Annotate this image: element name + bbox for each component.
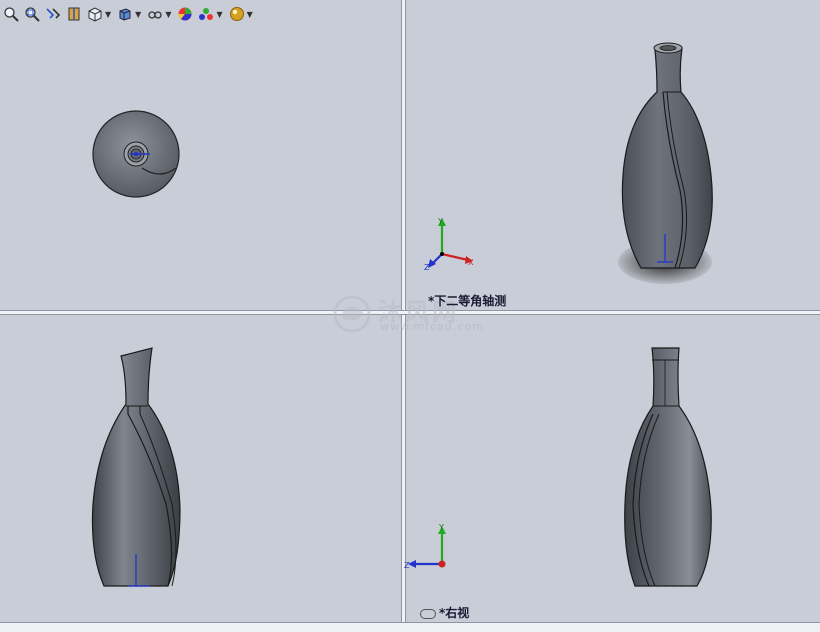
triad-right-z-label: Z bbox=[404, 561, 410, 570]
view-settings-dropdown-icon[interactable]: ▼ bbox=[247, 10, 253, 19]
zoom-to-fit-icon bbox=[4, 7, 19, 22]
hide-show-items-icon bbox=[148, 11, 162, 19]
watermark-logo-icon bbox=[333, 295, 371, 333]
hide-show-items-button[interactable] bbox=[146, 5, 164, 23]
display-style-dropdown-icon[interactable]: ▼ bbox=[135, 10, 141, 19]
display-style-icon bbox=[119, 8, 131, 21]
heads-up-view-toolbar: ▼ ▼ ▼ ▼ ▼ bbox=[0, 0, 255, 28]
display-style-button[interactable] bbox=[116, 5, 134, 23]
apply-scene-dropdown-icon[interactable]: ▼ bbox=[216, 10, 222, 19]
vase-right-view bbox=[624, 347, 712, 587]
reference-triad-isometric: Y X Z bbox=[424, 217, 474, 272]
previous-view-button[interactable] bbox=[44, 5, 62, 23]
view-orientation-button[interactable] bbox=[86, 5, 104, 23]
viewport-bottom-right[interactable] bbox=[405, 314, 820, 622]
viewport-bottom-left[interactable] bbox=[0, 314, 401, 622]
section-view-icon bbox=[68, 7, 80, 21]
reference-triad-right: Y Z bbox=[404, 523, 446, 570]
viewport-bottom-right-label-wrap: *右视 bbox=[420, 604, 469, 621]
triad-z-label: Z bbox=[424, 263, 430, 272]
zoom-to-area-icon bbox=[25, 7, 40, 22]
view-settings-icon bbox=[229, 7, 244, 21]
link-views-icon[interactable] bbox=[420, 608, 436, 619]
viewport-top-left[interactable] bbox=[0, 28, 401, 310]
triad-right-y-label: Y bbox=[438, 523, 444, 532]
section-view-button[interactable] bbox=[65, 5, 83, 23]
apply-scene-icon bbox=[199, 8, 214, 20]
edit-appearance-button[interactable] bbox=[176, 5, 194, 23]
view-orientation-icon bbox=[88, 7, 102, 22]
triad-x-label: X bbox=[468, 258, 474, 267]
vase-front-view bbox=[91, 347, 181, 587]
viewport-bottom-right-label: *右视 bbox=[439, 606, 470, 620]
vase-top-view bbox=[92, 110, 180, 198]
zoom-to-fit-button[interactable] bbox=[2, 5, 20, 23]
view-settings-button[interactable] bbox=[228, 5, 246, 23]
view-orientation-dropdown-icon[interactable]: ▼ bbox=[105, 10, 111, 19]
viewport-top-right-label: *下二等角轴测 bbox=[428, 294, 507, 308]
edit-appearance-icon bbox=[178, 7, 192, 21]
zoom-to-area-button[interactable] bbox=[23, 5, 41, 23]
previous-view-icon bbox=[46, 8, 61, 19]
hide-show-items-dropdown-icon[interactable]: ▼ bbox=[165, 10, 171, 19]
watermark-url: www.mfcad.com bbox=[380, 320, 484, 333]
triad-y-label: Y bbox=[437, 217, 443, 226]
apply-scene-button[interactable] bbox=[197, 5, 215, 23]
